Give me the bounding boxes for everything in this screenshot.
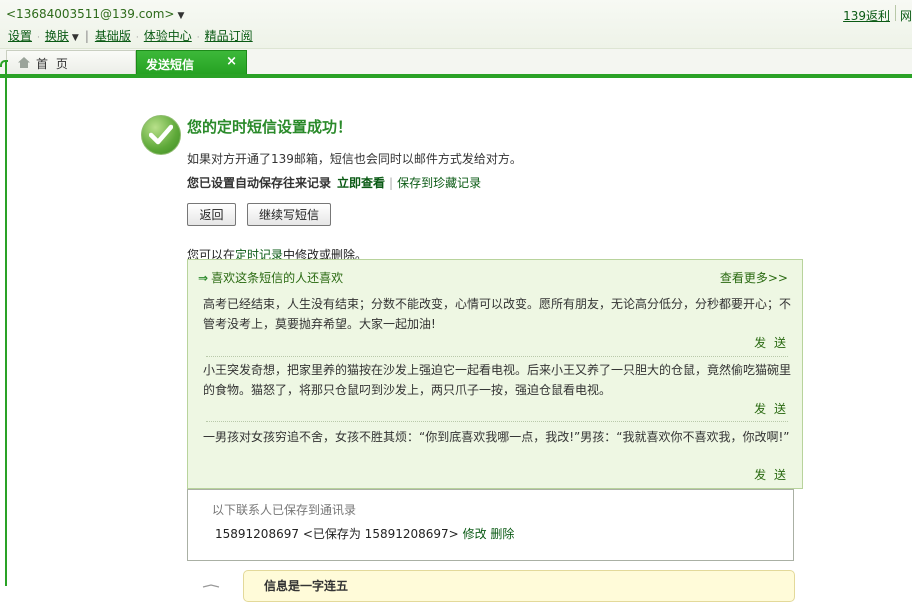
arrow-icon xyxy=(202,584,220,588)
frame-left-edge xyxy=(5,62,7,586)
account-menu[interactable]: <13684003511@139.com> ▼ xyxy=(6,7,184,21)
recommend-message: 高考已经结束，人生没有结束；分数不能改变，心情可以改变。愿所有朋友，无论高分低分… xyxy=(203,297,792,331)
contact-saved-as: <已保存为 15891208697> xyxy=(302,527,459,541)
divider xyxy=(206,356,788,357)
continue-writing-button[interactable]: 继续写短信 xyxy=(247,203,331,226)
recommend-message: 小王突发奇想，把家里养的猫按在沙发上强迫它一起看电视。后来小王又养了一只胆大的仓… xyxy=(203,363,792,397)
menu-settings[interactable]: 设置 xyxy=(8,29,32,43)
close-icon[interactable]: × xyxy=(226,54,237,69)
save-favorite-link[interactable]: 保存到珍藏记录 xyxy=(397,176,481,190)
arrow-right-icon: ⇒ xyxy=(198,271,209,285)
account-email: <13684003511@139.com> xyxy=(6,7,175,21)
send-button[interactable]: 发 送 xyxy=(754,334,788,351)
recommend-message: 一男孩对女孩穷追不舍，女孩不胜其烦：“你到底喜欢我哪一点，我改!”男孩：“我就喜… xyxy=(203,430,790,444)
checkmark-icon xyxy=(149,124,173,145)
autosave-text: 您已设置自动保存往来记录 xyxy=(187,176,332,190)
net-link[interactable]: 网 xyxy=(900,7,912,24)
send-button[interactable]: 发 送 xyxy=(754,466,788,483)
tab-home[interactable]: 首 页 xyxy=(6,50,136,74)
menu-skin[interactable]: 换肤 xyxy=(45,29,69,43)
autosave-line: 您已设置自动保存往来记录 立即查看 | 保存到珍藏记录 xyxy=(187,176,482,190)
view-more-link[interactable]: 查看更多>> xyxy=(720,269,788,286)
rebate-link[interactable]: 139返利 xyxy=(843,7,890,24)
view-now-link[interactable]: 立即查看 xyxy=(337,176,385,190)
tab-home-label: 首 页 xyxy=(36,57,70,71)
menu-experience-center[interactable]: 体验中心 xyxy=(144,29,192,43)
menu-basic-version[interactable]: 基础版 xyxy=(95,29,131,43)
edit-contact-link[interactable]: 修改 xyxy=(463,527,487,541)
recommend-title-text: 喜欢这条短信的人还喜欢 xyxy=(211,271,344,285)
divider xyxy=(895,5,896,21)
divider xyxy=(206,421,788,422)
saved-contact-row: 15891208697 <已保存为 15891208697> 修改 删除 xyxy=(215,525,514,542)
contact-number: 15891208697 xyxy=(215,527,299,541)
saved-contacts-box: 以下联系人已保存到通讯录 15891208697 <已保存为 158912086… xyxy=(187,489,794,561)
recommend-title: ⇒ 喜欢这条短信的人还喜欢 xyxy=(198,269,343,286)
tab-send-sms[interactable]: 发送短信 × xyxy=(136,50,247,76)
chevron-down-icon[interactable]: ▼ xyxy=(72,33,79,43)
success-description: 如果对方开通了139邮箱，短信也会同时以邮件方式发给对方。 xyxy=(187,152,522,166)
saved-contacts-title: 以下联系人已保存到通讯录 xyxy=(212,503,357,517)
success-title: 您的定时短信设置成功！ xyxy=(187,118,353,136)
send-button[interactable]: 发 送 xyxy=(754,400,788,417)
top-bar: <13684003511@139.com> ▼ 139返利 网 设置 · 换肤 ▼ | 基础… xyxy=(0,0,912,48)
home-icon xyxy=(18,57,30,68)
top-menu: 设置 · 换肤 ▼ | 基础版 · 体验中心 · 精品订阅 xyxy=(8,29,253,43)
tab-send-sms-label: 发送短信 xyxy=(146,58,195,72)
tab-underline xyxy=(0,74,912,78)
delete-contact-link[interactable]: 删除 xyxy=(490,527,514,541)
back-button[interactable]: 返回 xyxy=(187,203,236,226)
bottom-tip-box: 信息是一字连五 xyxy=(243,570,795,602)
recommend-panel: ⇒ 喜欢这条短信的人还喜欢 查看更多>> 高考已经结束，人生没有结束；分数不能改变… xyxy=(187,259,803,489)
menu-subscriptions[interactable]: 精品订阅 xyxy=(205,29,253,43)
success-check-icon xyxy=(141,115,181,155)
chevron-down-icon: ▼ xyxy=(177,11,185,21)
